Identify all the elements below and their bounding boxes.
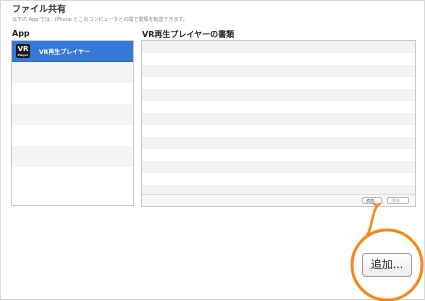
app-icon-sublabel: Player (17, 52, 29, 57)
save-button[interactable]: 保存... (387, 197, 409, 204)
documents-rows (142, 41, 415, 197)
document-empty-row (142, 65, 415, 77)
document-empty-row (142, 53, 415, 65)
file-sharing-panel: ファイル共有 以下の App では、iPhone とこのコンピュータとの間で書類… (0, 0, 425, 301)
document-empty-row (142, 125, 415, 137)
app-list-empty-row (12, 62, 133, 83)
app-list-empty-row (12, 104, 133, 125)
section-title: ファイル共有 (12, 5, 67, 15)
section-subtitle: 以下の App では、iPhone とこのコンピュータとの間で書類を転送できます… (12, 17, 188, 23)
document-empty-row (142, 161, 415, 173)
add-button[interactable]: 追加... (362, 197, 382, 204)
document-empty-row (142, 173, 415, 185)
app-icon-label: VR (17, 44, 29, 53)
document-empty-row (142, 89, 415, 101)
app-list[interactable]: VR Player VR再生プレイヤー (11, 40, 134, 206)
app-list-empty-row (12, 125, 133, 146)
app-list-empty-row (12, 167, 133, 188)
documents-toolbar: 追加... 保存... (142, 194, 415, 206)
documents-list[interactable]: 追加... 保存... (141, 40, 416, 207)
document-empty-row (142, 41, 415, 53)
app-name: VR再生プレイヤー (39, 48, 91, 56)
document-empty-row (142, 77, 415, 89)
apps-column-header: App (12, 29, 30, 38)
app-list-item[interactable]: VR Player VR再生プレイヤー (12, 41, 133, 62)
app-list-empty-row (12, 146, 133, 167)
document-empty-row (142, 137, 415, 149)
document-empty-row (142, 113, 415, 125)
document-empty-row (142, 149, 415, 161)
document-empty-row (142, 101, 415, 113)
vr-player-app-icon: VR Player (16, 44, 30, 58)
add-button-zoomed[interactable]: 追加... (362, 253, 412, 277)
app-list-empty-row (12, 83, 133, 104)
documents-column-header: VR再生プレイヤーの書類 (142, 30, 235, 39)
callout-pointer (364, 205, 379, 238)
